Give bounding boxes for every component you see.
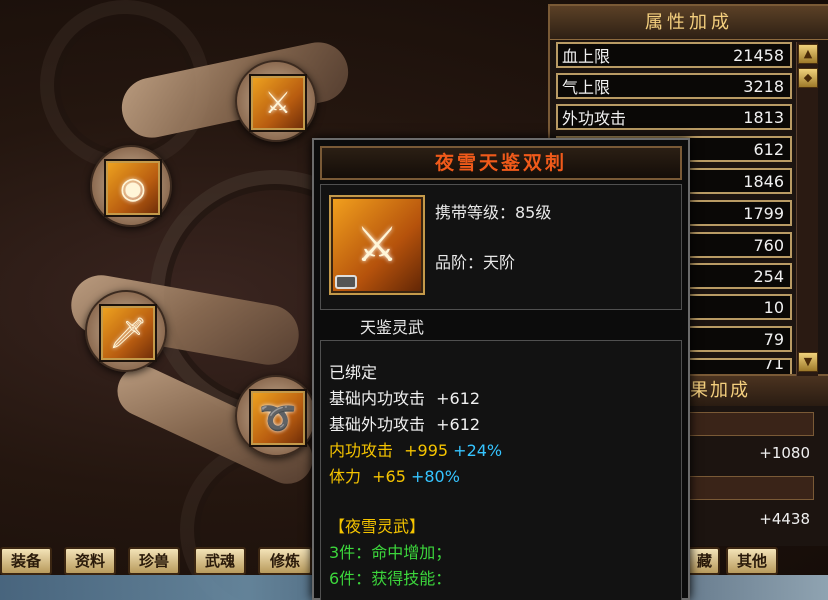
set-effect-text: 命中增加； [371,543,452,562]
attr-row: 血上限 21458 [556,42,792,68]
effect-panel-title: 果加成 [682,376,828,406]
set-name: 【夜雪灵武】 [329,517,426,536]
set-effect-text: 获得技能： [371,569,452,588]
attr-value: 10 [763,297,784,317]
set-count: 3件： [329,543,372,562]
effect-value: +1080 [759,444,810,462]
weapon-icon: ⚔ [249,74,307,132]
stat-line: 基础外功攻击 +612 [329,411,480,435]
stat-line: 基础内功攻击 +612 [329,385,480,409]
effect-bar [688,412,814,436]
attr-value: 1799 [743,203,784,223]
set-effect-line: 6件：获得技能： [329,565,451,589]
stat-label: 基础内功攻击 [329,389,426,408]
belt-icon: ➰ [249,389,307,447]
equip-slot-belt[interactable]: ➰ [235,375,317,457]
attr-value: 1846 [743,171,784,191]
effect-bar [688,476,814,500]
stat-value: +612 [436,389,481,408]
attribute-panel-title: 属性加成 [550,6,828,40]
stat-percent: +24% [453,441,503,460]
item-name: 夜雪天鉴双刺 [320,146,682,180]
equip-slot-amulet[interactable]: ◉ [90,145,172,227]
stat-value: +995 [404,441,449,460]
bound-status: 已绑定 [329,363,378,382]
effect-value: +4438 [759,510,810,528]
tab-cultivation[interactable]: 修炼 [258,547,312,575]
dagger-icon: 🗡 [99,304,157,362]
attr-label: 外功攻击 [562,109,627,128]
attr-row: 气上限 3218 [556,73,792,99]
tab-equipment[interactable]: 装备 [0,547,52,575]
stat-value: +65 [372,467,406,486]
attr-row: 外功攻击 1813 [556,104,792,130]
attr-value: 3218 [743,76,784,96]
attr-label: 血上限 [562,47,611,66]
bonus-stat-line: 内功攻击 +995 +24% [329,437,502,461]
attr-value: 254 [753,266,784,286]
carry-level: 携带等级：85级 [435,203,552,222]
set-effect-line: 3件：命中增加； [329,539,451,563]
tab-other[interactable]: 其他 [726,547,778,575]
tab-warsoul[interactable]: 武魂 [194,547,246,575]
stat-label: 基础外功攻击 [329,415,426,434]
scroll-down-button[interactable]: ▼ [798,352,818,372]
bound-lock-icon [335,275,357,289]
item-header: ⚔ 携带等级：85级 品阶：天阶 [320,184,682,310]
attr-value: 79 [763,329,784,349]
effect-panel: 果加成 +1080 +4438 [680,376,828,546]
weapon-icon: ⚔ [329,195,425,295]
scroll-thumb[interactable]: ◆ [798,68,818,88]
attr-value: 21458 [733,45,784,65]
attr-value: 71 [763,358,784,373]
tab-pets[interactable]: 珍兽 [128,547,180,575]
set-count: 6件： [329,569,372,588]
stat-label: 体力 [329,467,362,486]
stat-value: +612 [436,415,481,434]
attr-value: 760 [753,235,784,255]
attr-value: 612 [753,139,784,159]
equipment-window: ⚔ ◉ 🗡 ➰ 属性加成 血上限 21458 气上限 3218 外功攻击 1813 6… [0,0,828,600]
item-category: 天鉴灵武 [360,318,425,337]
amulet-icon: ◉ [104,159,162,217]
item-grade: 品阶：天阶 [435,253,516,272]
stat-percent: +80% [410,467,460,486]
equip-slot-weapon-top[interactable]: ⚔ [235,60,317,142]
item-tooltip: 夜雪天鉴双刺 ⚔ 携带等级：85级 品阶：天阶 天鉴灵武 已绑定 基础内功攻击 … [312,138,690,600]
scroll-up-button[interactable]: ▲ [798,44,818,64]
stat-label: 内功攻击 [329,441,394,460]
attr-value: 1813 [743,107,784,127]
attr-label: 气上限 [562,78,611,97]
bonus-stat-line: 体力 +65 +80% [329,463,460,487]
attr-scrollbar[interactable]: ▲ ◆ ▼ [796,42,818,376]
tab-profile[interactable]: 资料 [64,547,116,575]
equip-slot-dagger[interactable]: 🗡 [85,290,167,372]
item-stats: 已绑定 基础内功攻击 +612 基础外功攻击 +612 内功攻击 +995 +2… [320,340,682,600]
